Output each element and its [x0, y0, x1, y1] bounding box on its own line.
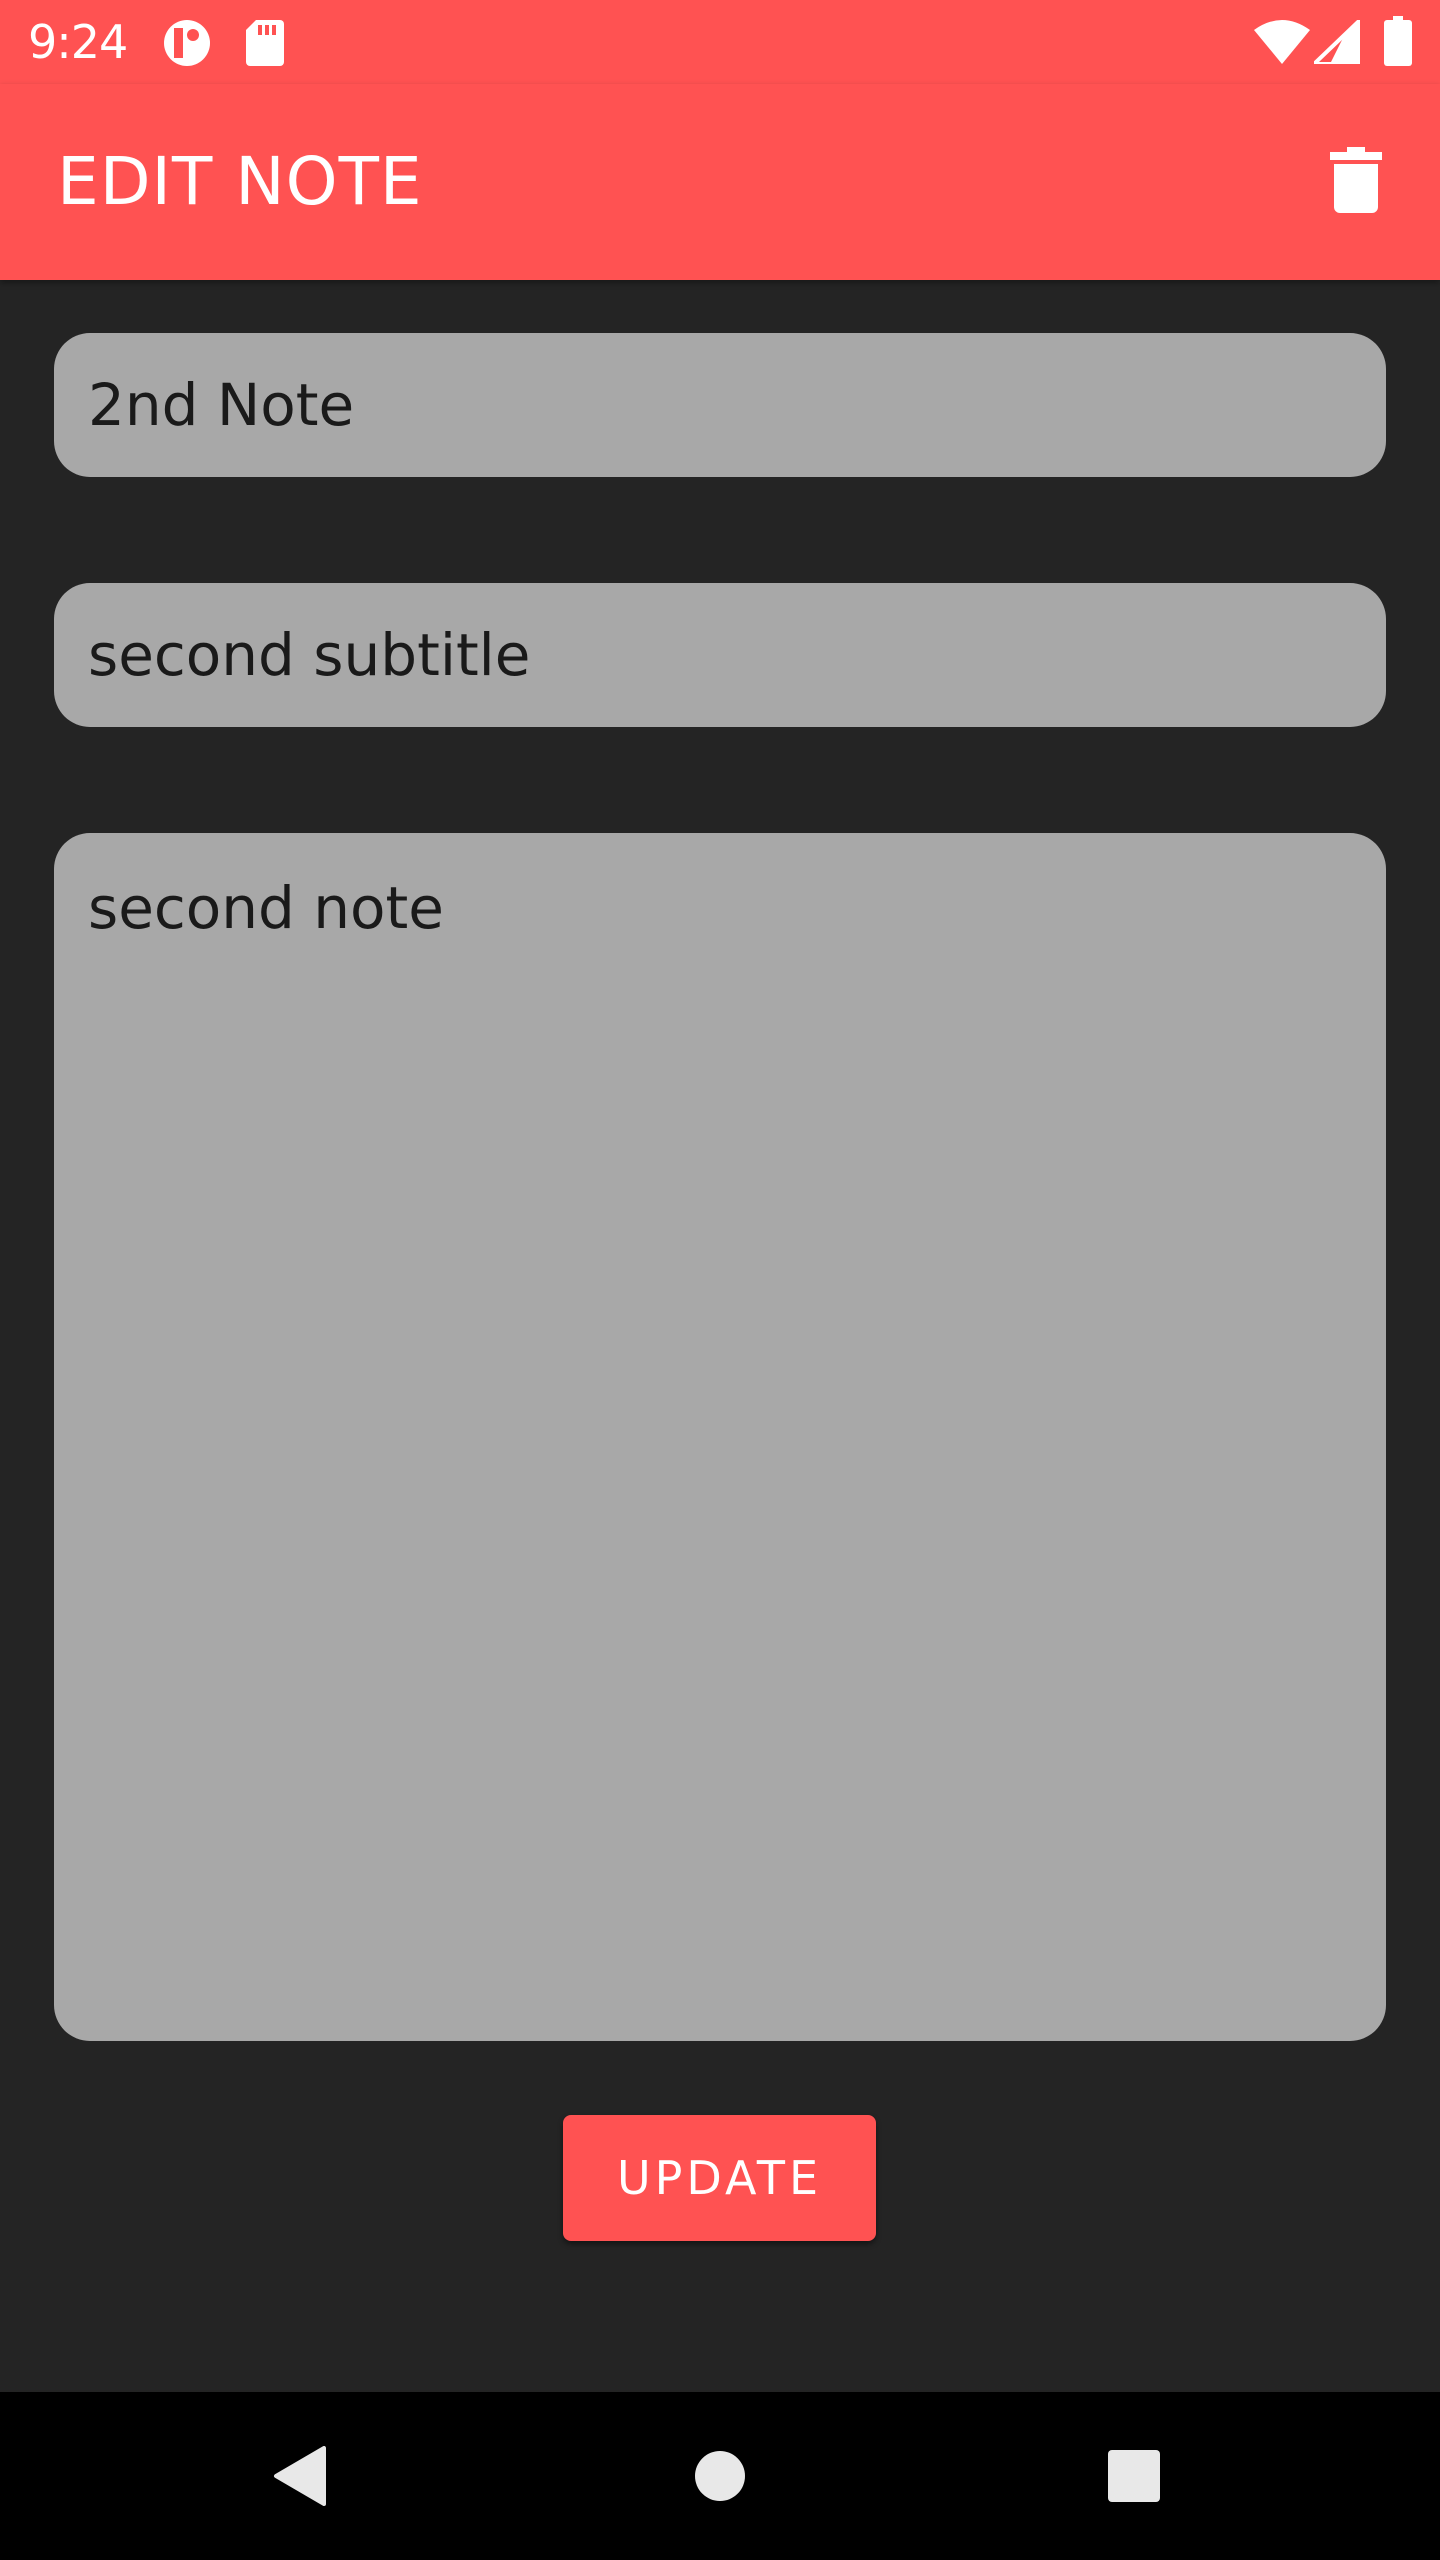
trash-icon: [1330, 147, 1382, 213]
back-button[interactable]: [250, 2426, 350, 2526]
wifi-icon: [1254, 20, 1310, 64]
title-input[interactable]: [54, 333, 1386, 477]
home-button[interactable]: [670, 2426, 770, 2526]
record-icon: [164, 20, 210, 66]
sd-card-icon: [246, 20, 284, 66]
back-icon: [274, 2446, 326, 2506]
status-time: 9:24: [28, 15, 128, 69]
recents-icon: [1108, 2450, 1160, 2502]
cell-signal-icon: [1314, 20, 1360, 64]
update-button[interactable]: UPDATE: [563, 2115, 876, 2241]
navigation-bar: [0, 2392, 1440, 2560]
app-bar: EDIT NOTE: [0, 84, 1440, 280]
recents-button[interactable]: [1084, 2426, 1184, 2526]
home-icon: [695, 2451, 745, 2501]
edit-note-screen: 9:24 EDIT NOTE 2nd Note second subtitle …: [0, 0, 1440, 2560]
note-body-input[interactable]: second note: [54, 833, 1386, 2041]
battery-icon: [1384, 16, 1412, 66]
subtitle-input[interactable]: [54, 583, 1386, 727]
status-bar: 9:24: [0, 0, 1440, 84]
page-title: EDIT NOTE: [57, 143, 423, 220]
delete-button[interactable]: [1312, 136, 1400, 224]
